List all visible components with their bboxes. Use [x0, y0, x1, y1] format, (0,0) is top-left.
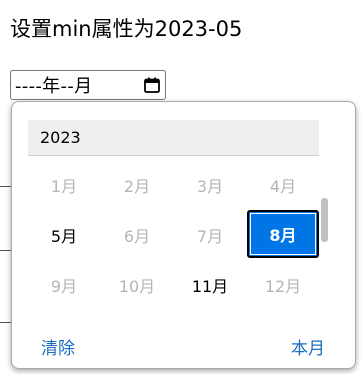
month-input[interactable]: ----年--月 [10, 70, 166, 100]
month-picker-popup: 2023 1月 2月 3月 4月 5月 6月 7月 8月 9月 10月 11月 … [11, 101, 356, 369]
month-input-value[interactable]: ----年--月 [15, 72, 143, 98]
page: 设置min属性为2023-05 ----年--月 2023 1月 2月 3月 4… [0, 0, 361, 374]
month-cell-10: 10月 [118, 277, 156, 296]
month-cell-9: 9月 [50, 277, 78, 296]
month-cell-5[interactable]: 5月 [28, 210, 100, 260]
month-scrollbar[interactable] [321, 198, 328, 242]
month-cell-7: 7月 [196, 227, 224, 246]
this-month-button[interactable]: 本月 [291, 334, 325, 359]
clear-button[interactable]: 清除 [41, 334, 75, 359]
year-header[interactable]: 2023 [28, 120, 319, 156]
month-cell-1: 1月 [50, 177, 78, 196]
month-cell-4: 4月 [269, 177, 297, 196]
calendar-icon[interactable] [143, 76, 161, 94]
month-cell-11[interactable]: 11月 [174, 260, 246, 310]
month-grid: 1月 2月 3月 4月 5月 6月 7月 8月 9月 10月 11月 12月 [28, 160, 319, 310]
month-cell-2: 2月 [123, 177, 151, 196]
month-cell-8[interactable]: 8月 [247, 210, 319, 258]
month-cell-12: 12月 [264, 277, 302, 296]
month-cell-6: 6月 [123, 227, 151, 246]
month-cell-3: 3月 [196, 177, 224, 196]
page-title: 设置min属性为2023-05 [10, 17, 243, 41]
